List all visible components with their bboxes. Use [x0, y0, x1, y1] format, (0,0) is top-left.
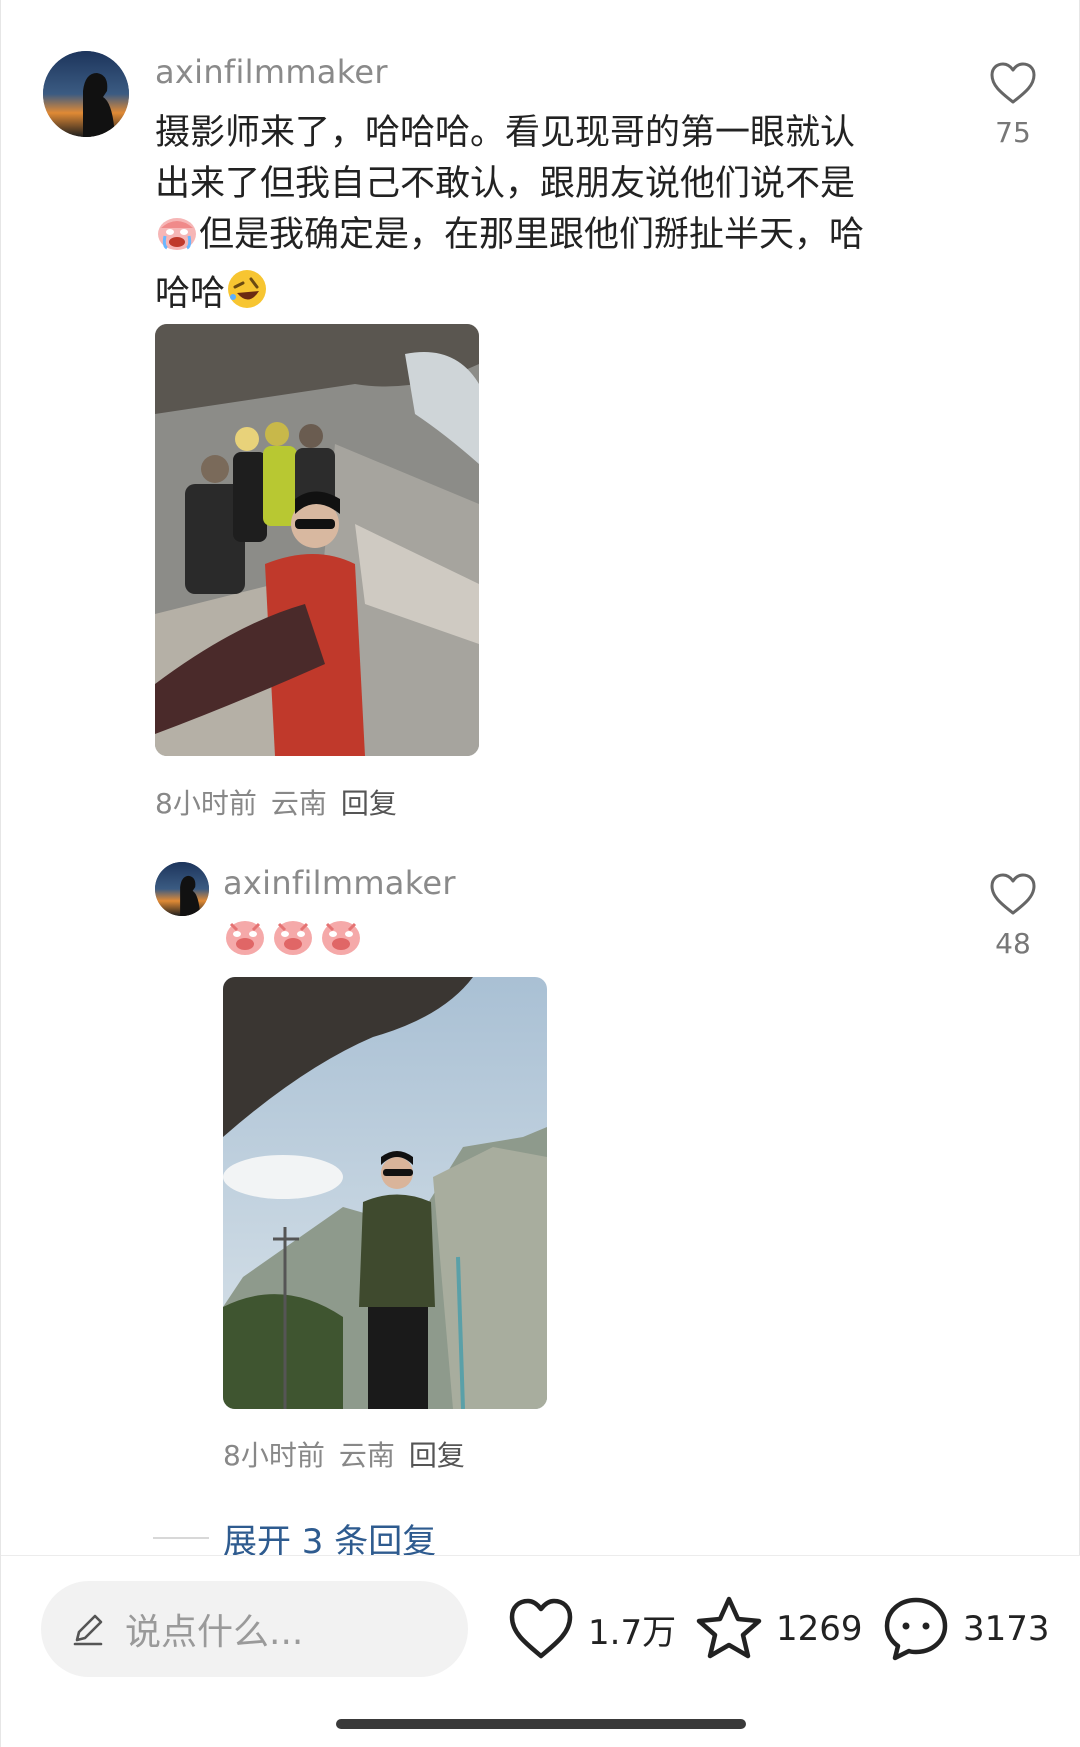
avatar-image: [155, 862, 209, 916]
bottom-action-bar: 说点什么... 1.7万 1269 3173: [1, 1555, 1080, 1747]
reply-username[interactable]: axinfilmmaker: [223, 864, 456, 902]
star-outline-icon: [696, 1596, 762, 1659]
rofl-emoji: [225, 267, 269, 326]
pencil-icon: [73, 1614, 103, 1646]
reply-like-count: 48: [995, 927, 1031, 960]
reply-photo-hiker[interactable]: [223, 977, 547, 1409]
reply-location: 云南: [338, 1439, 395, 1472]
comment-input[interactable]: 说点什么...: [41, 1581, 468, 1677]
reply-avatar[interactable]: [155, 862, 209, 916]
favorite-count: 1269: [776, 1609, 863, 1649]
divider: [153, 1537, 209, 1539]
comment-count: 3173: [963, 1609, 1050, 1649]
expand-replies-row[interactable]: 展开 3 条回复: [153, 1516, 436, 1562]
pig-cry-emoji: [226, 921, 264, 955]
comment-username[interactable]: axinfilmmaker: [155, 53, 388, 91]
crying-face-emoji: [155, 212, 199, 267]
comment-line: 哈哈: [155, 267, 925, 326]
comment-location: 云南: [270, 787, 327, 820]
comment-button[interactable]: 3173: [881, 1592, 1050, 1666]
comment-reply-button[interactable]: 回复: [341, 787, 397, 820]
chat-bubble-icon: [884, 1597, 948, 1661]
comment-line-text: 哈哈: [155, 274, 226, 314]
heart-outline-icon: [990, 873, 1036, 915]
comment-photo-group-selfie[interactable]: [155, 324, 479, 756]
heart-outline-icon: [509, 1598, 573, 1659]
comment-like-count: 75: [995, 116, 1031, 149]
comment-time: 8小时前: [155, 787, 257, 820]
comment-like-button[interactable]: 75: [983, 60, 1043, 149]
reply-emojis: [223, 914, 363, 958]
pig-cry-emoji: [274, 921, 312, 955]
heart-outline-icon: [990, 62, 1036, 104]
like-count: 1.7万: [588, 1612, 677, 1653]
like-button[interactable]: 1.7万: [506, 1592, 676, 1666]
pig-cry-emoji: [322, 921, 360, 955]
comment-line-text: 但是我确定是，在那里跟他们掰扯半天，哈: [199, 215, 865, 255]
reply-time: 8小时前: [223, 1439, 325, 1472]
reply-like-button[interactable]: 48: [983, 871, 1043, 960]
comment-line: 出来了但我自己不敢认，跟朋友说他们说不是: [155, 164, 856, 204]
screen: axinfilmmaker 摄影师来了，哈哈哈。看见现哥的第一眼就认 出来了但我…: [0, 0, 1080, 1747]
comment-line: 但是我确定是，在那里跟他们掰扯半天，哈: [155, 210, 925, 267]
comment-meta: 8小时前 云南 回复: [155, 782, 397, 822]
photo-image: [155, 324, 479, 756]
avatar-image: [43, 51, 129, 137]
comment-text: 摄影师来了，哈哈哈。看见现哥的第一眼就认 出来了但我自己不敢认，跟朋友说他们说不…: [155, 108, 925, 326]
avatar[interactable]: [43, 51, 129, 137]
favorite-button[interactable]: 1269: [694, 1592, 863, 1666]
reply-meta: 8小时前 云南 回复: [223, 1434, 465, 1474]
photo-image: [223, 977, 547, 1409]
reply-reply-button[interactable]: 回复: [409, 1439, 465, 1472]
comment-input-placeholder: 说点什么...: [125, 1612, 304, 1653]
home-indicator: [336, 1719, 746, 1729]
comment-line: 摄影师来了，哈哈哈。看见现哥的第一眼就认: [155, 113, 856, 153]
